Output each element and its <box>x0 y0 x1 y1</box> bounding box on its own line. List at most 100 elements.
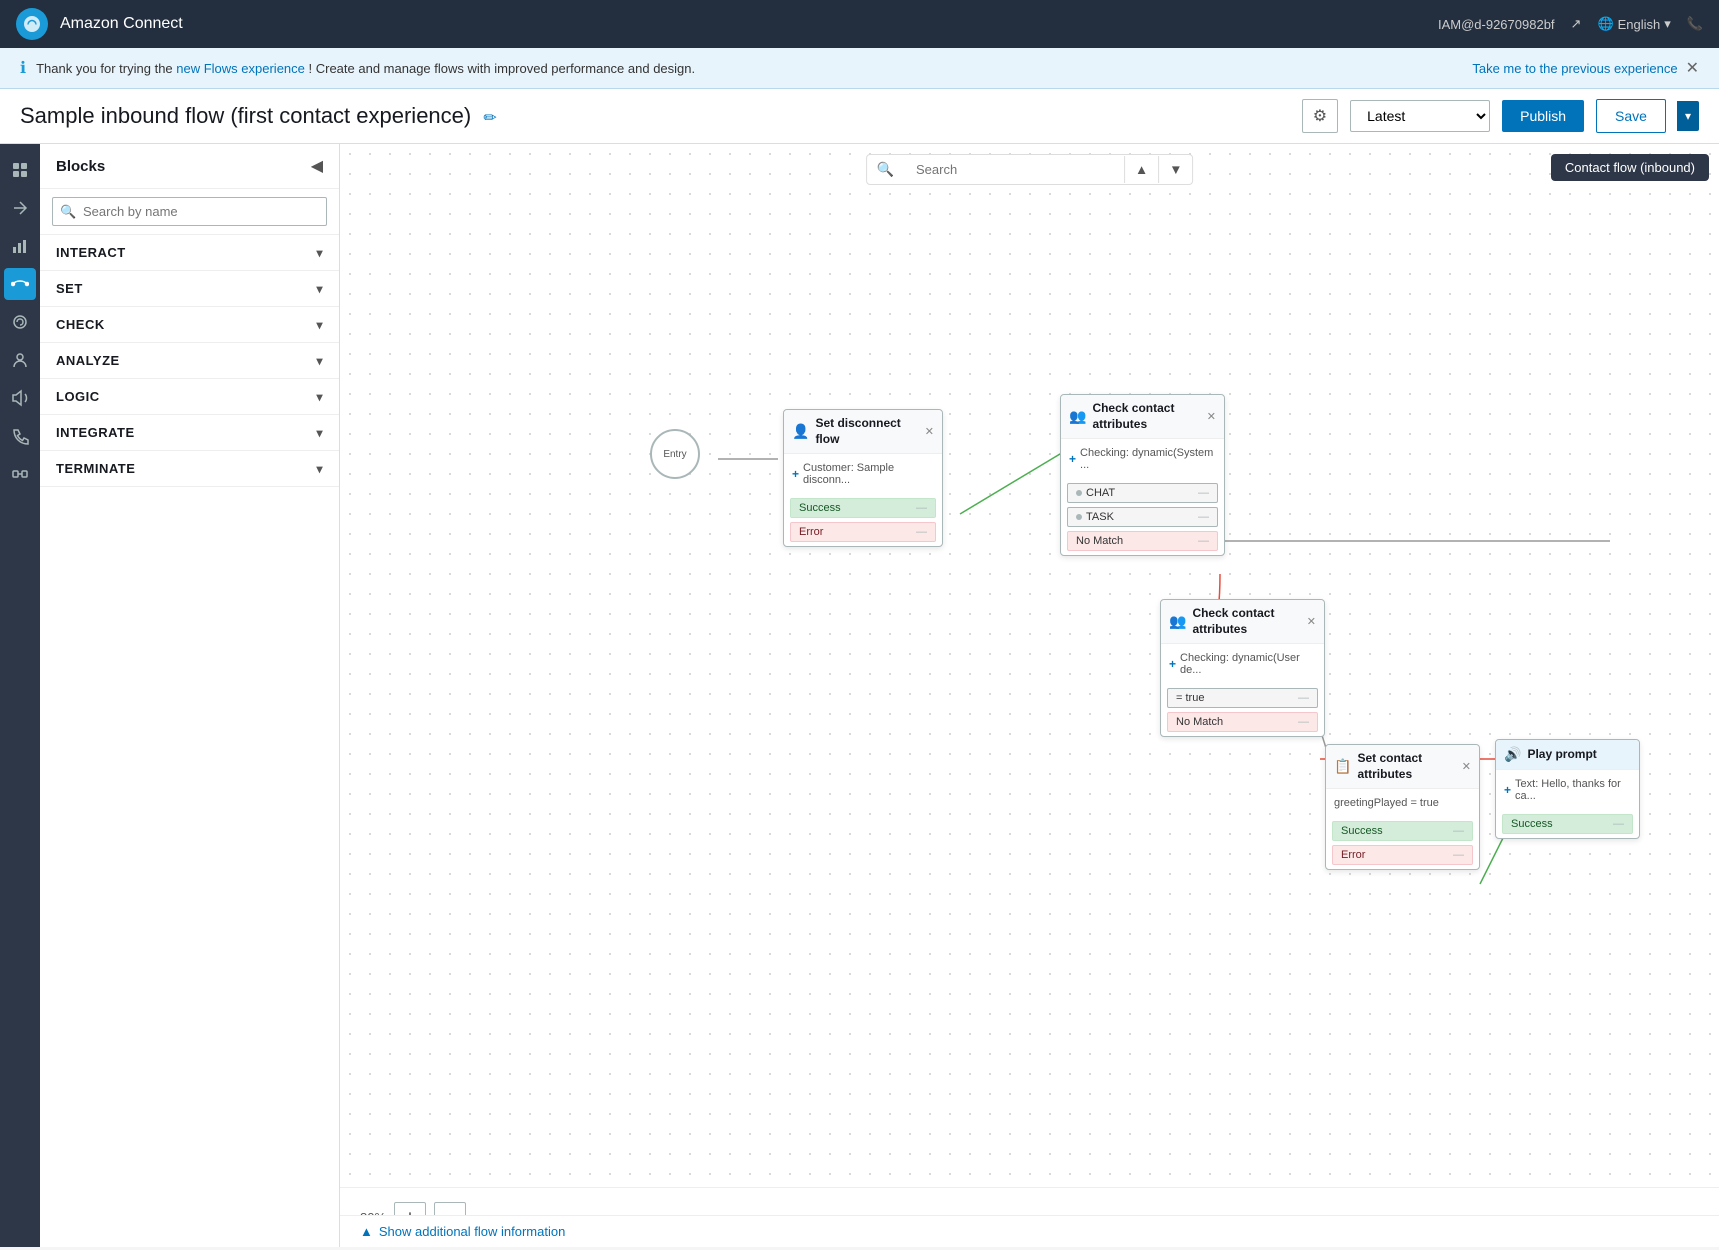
blocks-title: Blocks <box>56 158 105 175</box>
category-integrate-header[interactable]: INTEGRATE ▾ <box>40 415 339 450</box>
show-additional-info-bar[interactable]: ▲ Show additional flow information <box>340 1215 1719 1247</box>
blocks-header: Blocks ◀ <box>40 144 339 189</box>
publish-button[interactable]: Publish <box>1502 100 1584 132</box>
nav-audio-icon[interactable] <box>4 382 36 414</box>
nav-routing-icon[interactable] <box>4 192 36 224</box>
chevron-down-icon: ▾ <box>316 246 323 260</box>
canvas-search-input[interactable] <box>904 156 1124 183</box>
collapse-blocks-button[interactable]: ◀ <box>311 156 323 176</box>
check-contact-1-body: + Checking: dynamic(System ... <box>1061 439 1224 479</box>
user-info[interactable]: IAM@d-92670982bf <box>1438 17 1555 32</box>
prev-experience-link[interactable]: Take me to the previous experience <box>1472 61 1677 76</box>
canvas-next-button[interactable]: ▼ <box>1158 156 1192 183</box>
chevron-down-icon: ▾ <box>1664 16 1671 32</box>
external-link-icon: ↗ <box>1571 16 1582 32</box>
info-icon: ℹ <box>20 58 26 78</box>
banner-link[interactable]: new Flows experience <box>176 61 305 76</box>
nav-flows-icon[interactable] <box>4 268 36 300</box>
chevron-down-icon: ▾ <box>316 318 323 332</box>
category-terminate-header[interactable]: TERMINATE ▾ <box>40 451 339 486</box>
canvas-area[interactable]: 🔍 ▲ ▼ Contact flow (inbound) <box>340 144 1719 1247</box>
set-disconnect-detail: + Customer: Sample disconn... <box>792 460 934 488</box>
phone-icon[interactable]: 📞 <box>1687 16 1703 32</box>
nav-home-icon[interactable] <box>4 154 36 186</box>
play-prompt-header: 🔊 Play prompt <box>1496 740 1639 770</box>
set-success-badge: Success — <box>1332 821 1473 841</box>
speaker-icon: 🔊 <box>1504 746 1521 763</box>
no-match-badge: No Match — <box>1067 531 1218 551</box>
top-nav-right: IAM@d-92670982bf ↗ 🌐 English ▾ 📞 <box>1438 16 1703 32</box>
flow-canvas[interactable]: Entry 👤 Set disconnect flow ✕ + Customer… <box>340 144 1719 1187</box>
check-contact-1-close-button[interactable]: ✕ <box>1207 410 1216 423</box>
category-logic-header[interactable]: LOGIC ▾ <box>40 379 339 414</box>
main-header: Sample inbound flow (first contact exper… <box>0 89 1719 144</box>
set-disconnect-close-button[interactable]: ✕ <box>925 425 934 438</box>
category-set: SET ▾ <box>40 271 339 307</box>
app-logo <box>16 8 48 40</box>
page-title: Sample inbound flow (first contact exper… <box>20 103 1290 129</box>
category-check-header[interactable]: CHECK ▾ <box>40 307 339 342</box>
chevron-down-icon: ▾ <box>316 354 323 368</box>
person-icon: 👤 <box>792 423 809 440</box>
entry-label: Entry <box>663 449 686 460</box>
settings-button[interactable]: ⚙ <box>1302 99 1338 133</box>
check-contact-2-body: + Checking: dynamic(User de... <box>1161 644 1324 684</box>
entry-node[interactable]: Entry <box>650 429 700 479</box>
side-icon-strip <box>0 144 40 1247</box>
list-icon: 📋 <box>1334 758 1351 775</box>
save-dropdown-button[interactable]: ▾ <box>1677 101 1699 131</box>
check-contact-1-node[interactable]: 👥 Check contact attributes ✕ + Checking:… <box>1060 394 1225 556</box>
nav-integrations-icon[interactable] <box>4 458 36 490</box>
set-contact-node[interactable]: 📋 Set contact attributes ✕ greetingPlaye… <box>1325 744 1480 870</box>
category-check: CHECK ▾ <box>40 307 339 343</box>
version-select[interactable]: Latest <box>1350 100 1490 132</box>
play-prompt-node[interactable]: 🔊 Play prompt + Text: Hello, thanks for … <box>1495 739 1640 839</box>
nav-phone-icon[interactable] <box>4 420 36 452</box>
plus-icon: + <box>1504 783 1511 797</box>
save-button[interactable]: Save <box>1596 99 1666 133</box>
app-name: Amazon Connect <box>60 15 1426 33</box>
check-contact-2-node[interactable]: 👥 Check contact attributes ✕ + Checking:… <box>1160 599 1325 737</box>
category-terminate: TERMINATE ▾ <box>40 451 339 487</box>
globe-icon: 🌐 <box>1597 16 1613 32</box>
set-contact-close-button[interactable]: ✕ <box>1462 760 1471 773</box>
top-nav: Amazon Connect IAM@d-92670982bf ↗ 🌐 Engl… <box>0 0 1719 48</box>
nav-channels-icon[interactable] <box>4 306 36 338</box>
canvas-search-icon: 🔍 <box>867 155 904 184</box>
set-disconnect-header: 👤 Set disconnect flow ✕ <box>784 410 942 454</box>
banner-close-button[interactable]: ✕ <box>1686 58 1699 78</box>
category-integrate: INTEGRATE ▾ <box>40 415 339 451</box>
category-set-header[interactable]: SET ▾ <box>40 271 339 306</box>
edit-title-icon[interactable]: ✏ <box>483 110 496 127</box>
play-success-badge: Success — <box>1502 814 1633 834</box>
language-selector[interactable]: 🌐 English ▾ <box>1597 16 1670 32</box>
check-contact-2-close-button[interactable]: ✕ <box>1307 615 1316 628</box>
check-contact-2-header: 👥 Check contact attributes ✕ <box>1161 600 1324 644</box>
flow-connections <box>340 144 1719 1187</box>
set-disconnect-node[interactable]: 👤 Set disconnect flow ✕ + Customer: Samp… <box>783 409 943 547</box>
chevron-down-icon: ▾ <box>316 282 323 296</box>
category-analyze-header[interactable]: ANALYZE ▾ <box>40 343 339 378</box>
chevron-down-icon: ▾ <box>316 390 323 404</box>
search-input[interactable] <box>52 197 327 226</box>
plus-icon: + <box>1069 452 1076 466</box>
show-info-label: Show additional flow information <box>379 1224 565 1239</box>
no-match-2-badge: No Match — <box>1167 712 1318 732</box>
blocks-panel: Blocks ◀ 🔍 INTERACT ▾ SET ▾ <box>40 144 340 1247</box>
flow-type-label: Contact flow (inbound) <box>1551 154 1709 181</box>
error-badge: Error — <box>790 522 936 542</box>
chevron-down-icon: ▾ <box>316 426 323 440</box>
play-prompt-body: + Text: Hello, thanks for ca... <box>1496 770 1639 810</box>
main-layout: Blocks ◀ 🔍 INTERACT ▾ SET ▾ <box>0 144 1719 1247</box>
block-categories: INTERACT ▾ SET ▾ CHECK ▾ ANALYZE ▾ <box>40 235 339 487</box>
nav-users-icon[interactable] <box>4 344 36 376</box>
category-interact-header[interactable]: INTERACT ▾ <box>40 235 339 270</box>
set-error-badge: Error — <box>1332 845 1473 865</box>
nav-analytics-icon[interactable] <box>4 230 36 262</box>
search-icon: 🔍 <box>60 204 76 220</box>
success-badge: Success — <box>790 498 936 518</box>
category-interact: INTERACT ▾ <box>40 235 339 271</box>
group-icon: 👥 <box>1069 408 1086 425</box>
canvas-prev-button[interactable]: ▲ <box>1124 156 1158 183</box>
chat-badge: CHAT — <box>1067 483 1218 503</box>
